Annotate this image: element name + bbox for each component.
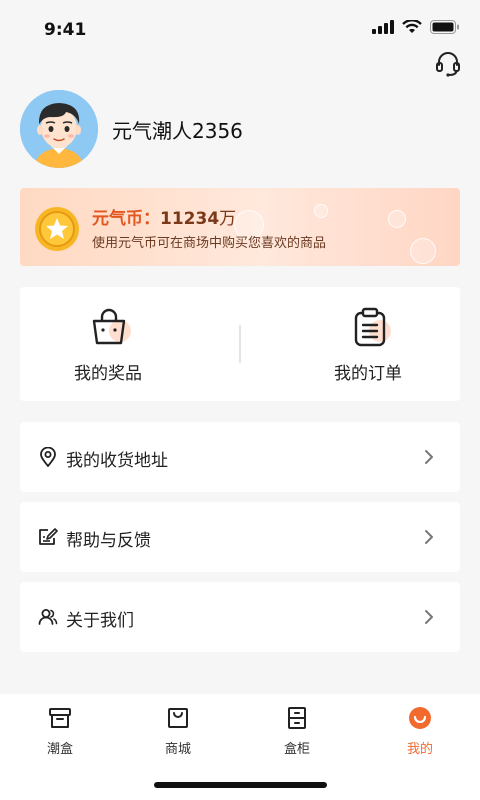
menu-item-label: 我的收货地址 [66, 451, 168, 471]
coin-icon [35, 207, 79, 251]
chevron-right-icon [425, 450, 433, 464]
edit-note-icon [39, 528, 58, 545]
chevron-right-icon [425, 530, 433, 544]
status-bar: 9:41 [0, 0, 480, 56]
home-indicator [154, 782, 327, 788]
status-icons [372, 20, 460, 34]
clipboard-icon [354, 307, 391, 347]
username: 元气潮人2356 [112, 118, 243, 143]
coin-description: 使用元气币可在商场中购买您喜欢的商品 [92, 236, 327, 251]
tab-label: 我的 [406, 742, 433, 757]
tab-label: 潮盒 [46, 742, 73, 757]
decor-bubble [388, 210, 406, 228]
coin-balance: 元气币：11234万 [92, 204, 236, 229]
wifi-icon [402, 20, 422, 33]
divider [239, 325, 241, 363]
profile-header[interactable]: 元气潮人2356 [20, 90, 243, 168]
tab-chaohe[interactable]: 潮盒 [0, 706, 120, 757]
coin-balance-card[interactable]: 元气币：11234万 使用元气币可在商场中购买您喜欢的商品 [20, 188, 460, 266]
quick-actions-card: 我的奖品 我的订单 [20, 287, 460, 401]
tab-label: 盒柜 [283, 742, 310, 757]
smile-icon [409, 707, 431, 729]
tab-mine[interactable]: 我的 [360, 706, 480, 757]
avatar[interactable] [20, 90, 98, 168]
signal-icon [372, 20, 394, 34]
tab-mall[interactable]: 商城 [118, 706, 238, 757]
decor-bubble [410, 238, 436, 264]
menu-item-label: 帮助与反馈 [66, 531, 151, 551]
battery-icon [430, 20, 459, 34]
avatar-illustration [20, 90, 98, 168]
users-icon [38, 609, 58, 625]
box-icon [49, 708, 71, 728]
menu-item-label: 关于我们 [66, 611, 134, 631]
location-icon [40, 447, 56, 467]
menu-item-help-feedback[interactable]: 帮助与反馈 [20, 502, 460, 572]
bag-icon [92, 308, 131, 345]
tab-label: 商城 [164, 742, 191, 757]
coin-label: 元气币： [92, 209, 160, 229]
my-prizes-button[interactable]: 我的奖品 [20, 287, 240, 401]
decor-bubble [314, 204, 328, 218]
my-prizes-label: 我的奖品 [74, 364, 142, 384]
tab-cabinet[interactable]: 盒柜 [237, 706, 357, 757]
cabinet-icon [288, 707, 306, 729]
status-time: 9:41 [44, 20, 87, 40]
menu-item-about-us[interactable]: 关于我们 [20, 582, 460, 652]
coin-value: 11234 [160, 209, 220, 229]
customer-service-icon[interactable] [434, 50, 462, 78]
shopping-bag-icon [168, 708, 188, 728]
chevron-right-icon [425, 610, 433, 624]
coin-unit: 万 [219, 209, 237, 229]
my-orders-label: 我的订单 [334, 364, 402, 384]
my-orders-button[interactable]: 我的订单 [284, 287, 480, 401]
menu-item-shipping-address[interactable]: 我的收货地址 [20, 422, 460, 492]
